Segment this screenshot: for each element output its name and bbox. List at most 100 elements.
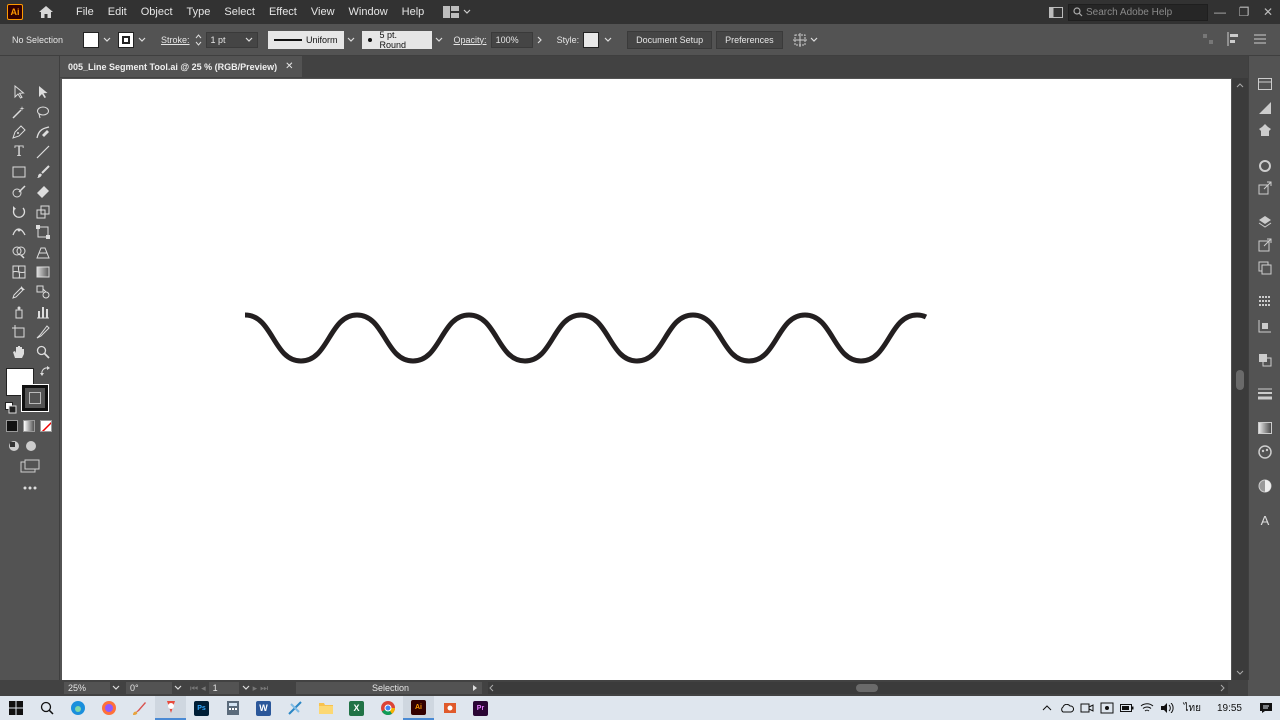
artboard[interactable] — [62, 79, 1231, 680]
color-mode-icon[interactable] — [6, 420, 18, 432]
last-artboard-icon[interactable]: ⏭ — [260, 683, 268, 694]
clock[interactable]: 19:55 — [1207, 703, 1252, 714]
blend-tool-icon[interactable] — [33, 282, 53, 302]
snipping-tool-icon[interactable] — [279, 696, 310, 720]
premiere-icon[interactable]: Pr — [465, 696, 496, 720]
stroke-color-swatch[interactable] — [21, 384, 49, 412]
unknown-app-icon[interactable] — [434, 696, 465, 720]
artboard-tool-icon[interactable] — [9, 322, 29, 342]
artboard-number-field[interactable]: 1 — [208, 682, 239, 694]
color-panel-icon[interactable] — [1257, 444, 1273, 460]
menu-effect[interactable]: Effect — [262, 6, 304, 18]
fill-swatch[interactable] — [83, 31, 100, 48]
wifi-icon[interactable] — [1137, 696, 1157, 720]
minimize-button[interactable]: — — [1208, 0, 1232, 24]
zoom-dropdown-icon[interactable] — [112, 685, 120, 691]
transform-panel-icon[interactable] — [1257, 318, 1273, 334]
transparency-panel-icon[interactable] — [1257, 478, 1273, 494]
stroke-panel-icon[interactable] — [1257, 386, 1273, 402]
document-tab[interactable]: 005_Line Segment Tool.ai @ 25 % (RGB/Pre… — [60, 56, 302, 77]
next-artboard-icon[interactable]: ▸ — [253, 683, 258, 694]
export-panel-icon[interactable] — [1257, 237, 1273, 253]
direct-selection-tool-icon[interactable] — [33, 82, 53, 102]
transform-options-button[interactable] — [792, 32, 818, 47]
chevron-right-icon[interactable] — [535, 35, 545, 45]
pathfinder-panel-icon[interactable] — [1257, 352, 1273, 368]
asset-export-panel-icon[interactable] — [1257, 180, 1273, 196]
rotation-field[interactable]: 0° — [126, 682, 172, 694]
variable-width-profile-field[interactable]: Uniform — [267, 30, 344, 49]
artboards-panel-icon[interactable] — [1257, 260, 1273, 276]
character-panel-icon[interactable]: A — [1257, 512, 1273, 528]
mesh-tool-icon[interactable] — [9, 262, 29, 282]
stroke-weight-stepper[interactable] — [194, 32, 204, 48]
shaper-tool-icon[interactable] — [9, 182, 29, 202]
input-language[interactable]: ไทย — [1177, 701, 1206, 716]
photoshop-icon[interactable]: Ps — [186, 696, 217, 720]
close-window-button[interactable]: ✕ — [1256, 0, 1280, 24]
volume-icon[interactable] — [1157, 696, 1177, 720]
brush-definition-field[interactable]: 5 pt. Round — [361, 30, 432, 50]
illustrator-taskbar-icon[interactable]: Ai — [403, 696, 434, 720]
close-document-icon[interactable]: ✕ — [285, 61, 293, 72]
scroll-right-icon[interactable] — [1218, 684, 1226, 692]
opacity-field[interactable]: 100% — [490, 31, 533, 48]
stroke-dropdown-icon[interactable] — [137, 35, 147, 45]
battery-icon[interactable] — [1117, 696, 1137, 720]
edit-toolbar-icon[interactable] — [22, 484, 38, 492]
symbol-sprayer-tool-icon[interactable] — [9, 302, 29, 322]
notifications-icon[interactable] — [1252, 696, 1280, 720]
file-explorer-icon[interactable] — [310, 696, 341, 720]
panel-menu-icon[interactable] — [1254, 34, 1266, 44]
menu-window[interactable]: Window — [342, 6, 395, 18]
graphic-style-swatch[interactable] — [583, 31, 600, 48]
calculator-icon[interactable] — [217, 696, 248, 720]
edge-browser-icon[interactable] — [62, 696, 93, 720]
windows-start-icon[interactable] — [0, 696, 31, 720]
menu-select[interactable]: Select — [217, 6, 262, 18]
chrome-icon[interactable] — [372, 696, 403, 720]
taskbar-search-icon[interactable] — [31, 696, 62, 720]
perspective-grid-tool-icon[interactable] — [33, 242, 53, 262]
profile-dropdown-icon[interactable] — [346, 35, 356, 45]
excel-icon[interactable]: X — [341, 696, 372, 720]
previous-artboard-icon[interactable]: ◂ — [201, 683, 206, 694]
type-tool-icon[interactable]: T — [9, 142, 29, 162]
scroll-down-icon[interactable] — [1236, 670, 1244, 676]
shape-builder-tool-icon[interactable] — [9, 242, 29, 262]
gradient-mode-icon[interactable] — [23, 420, 35, 432]
rotation-dropdown-icon[interactable] — [174, 685, 182, 691]
horizontal-scrollbar[interactable] — [488, 682, 1228, 694]
none-mode-icon[interactable] — [40, 420, 52, 432]
eyedropper-tool-icon[interactable] — [9, 282, 29, 302]
stroke-swatch[interactable] — [118, 31, 135, 48]
eraser-tool-icon[interactable] — [33, 182, 53, 202]
first-artboard-icon[interactable]: ⏮ — [190, 683, 198, 694]
align-panel-icon[interactable] — [1257, 294, 1273, 310]
stroke-label[interactable]: Stroke: — [161, 35, 190, 45]
layers-panel-icon[interactable] — [1257, 214, 1273, 230]
preferences-button[interactable]: Preferences — [716, 30, 783, 49]
menu-help[interactable]: Help — [395, 6, 432, 18]
column-graph-tool-icon[interactable] — [33, 302, 53, 322]
menu-file[interactable]: File — [69, 6, 101, 18]
scale-tool-icon[interactable] — [33, 202, 53, 222]
menu-view[interactable]: View — [304, 6, 342, 18]
align-icon[interactable] — [1226, 32, 1242, 46]
menu-edit[interactable]: Edit — [101, 6, 134, 18]
paintbrush-tool-icon[interactable] — [33, 162, 53, 182]
document-setup-button[interactable]: Document Setup — [627, 30, 713, 49]
isolate-icon[interactable] — [1202, 33, 1214, 45]
color-guide-panel-icon[interactable] — [1257, 100, 1273, 116]
scroll-up-icon[interactable] — [1236, 82, 1244, 88]
wave-line-artwork[interactable] — [62, 79, 1231, 680]
menu-type[interactable]: Type — [180, 6, 218, 18]
free-transform-tool-icon[interactable] — [33, 222, 53, 242]
horizontal-scroll-thumb[interactable] — [856, 684, 878, 692]
zoom-tool-icon[interactable] — [33, 342, 53, 362]
style-dropdown-icon[interactable] — [603, 35, 613, 45]
pen-tool-icon[interactable] — [9, 122, 29, 142]
home-icon[interactable] — [37, 3, 55, 21]
opacity-label[interactable]: Opacity: — [454, 35, 487, 45]
current-tool-field[interactable]: Selection — [296, 682, 482, 694]
